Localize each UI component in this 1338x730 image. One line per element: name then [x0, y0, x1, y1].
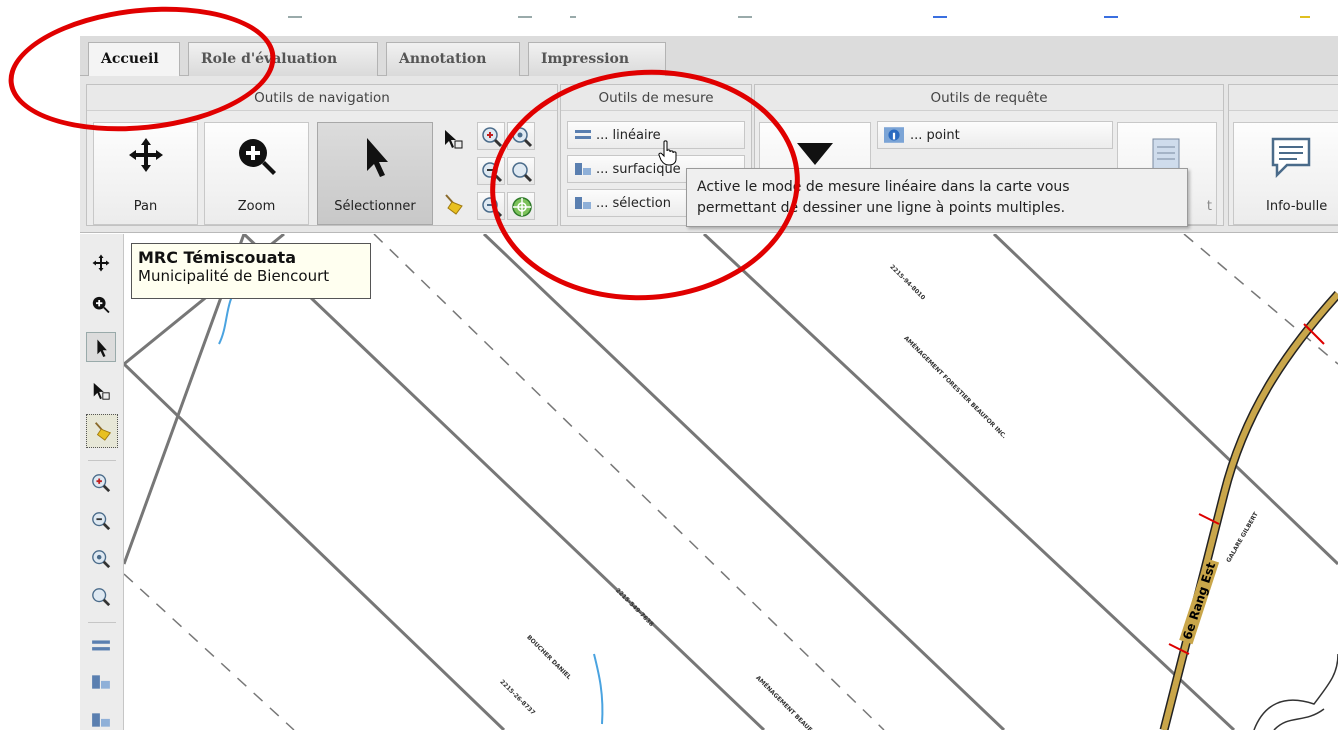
lot-lines [124, 234, 1338, 730]
selection-measure-icon [92, 713, 110, 727]
lt-clear-selection-button[interactable] [86, 414, 118, 448]
select-box-icon [445, 130, 463, 149]
select-label: Sélectionner [334, 199, 416, 214]
group-title: Outils de mesure [561, 85, 751, 111]
toolbar-separator [88, 622, 116, 623]
pan-icon [92, 254, 110, 272]
tooltip-line-2: permettant de dessiner une ligne à point… [697, 200, 1066, 216]
zoom-previous-icon [92, 588, 111, 607]
select-box-button[interactable] [439, 125, 467, 153]
toolbar-separator [88, 460, 116, 461]
municipality-name: Municipalité de Biencourt [138, 267, 330, 285]
area-icon [92, 675, 110, 689]
top-strip [0, 0, 1338, 36]
area-icon [575, 163, 591, 175]
zoom-in-icon [482, 127, 503, 148]
zoom-in-icon [92, 474, 111, 493]
query-point-button[interactable]: ... point [877, 121, 1113, 149]
lt-zoom-out-button[interactable] [86, 506, 116, 536]
zoom-out-icon [92, 512, 111, 531]
map-canvas[interactable]: AMÉNAGEMENT FORESTIER BEAUFOR INC. BOUCH… [124, 234, 1338, 730]
map-left-toolbar [80, 234, 124, 730]
measure-tooltip: Active le mode de mesure linéaire dans l… [686, 168, 1188, 227]
selection-measure-icon [575, 197, 591, 209]
hand-cursor-icon [658, 140, 677, 166]
lt-zoom-previous-button[interactable] [86, 582, 116, 612]
tab-impression[interactable]: Impression [528, 42, 666, 76]
zoom-icon [238, 139, 276, 175]
zoom-previous-icon [512, 162, 533, 183]
group-info: Info-bulle [1228, 84, 1338, 226]
group-title: Outils de requête [755, 85, 1223, 111]
measure-selection-label: ... sélection [596, 196, 671, 211]
tooltip-line-1: Active le mode de mesure linéaire dans l… [697, 179, 1070, 195]
lt-pan-button[interactable] [86, 248, 116, 278]
ruler-icon [575, 130, 591, 139]
pan-icon [128, 138, 163, 172]
zoom-extent-icon [92, 550, 111, 569]
broom-icon [445, 194, 463, 215]
ribbon-tab-bar: Accueil Role d'évaluation Annotation Imp… [80, 36, 1338, 77]
zoom-next-icon [482, 197, 503, 218]
zoom-extent-icon [512, 127, 533, 148]
road [1161, 291, 1338, 730]
info-bulle-button[interactable]: Info-bulle [1233, 122, 1338, 225]
target-icon [512, 197, 532, 217]
tab-label: Role d'évaluation [201, 51, 338, 67]
zoom-to-position-button[interactable] [507, 192, 535, 220]
speech-bubble-icon [1271, 137, 1311, 179]
tab-role-evaluation[interactable]: Role d'évaluation [188, 42, 378, 76]
stream [593, 653, 604, 725]
tab-annotation[interactable]: Annotation [386, 42, 520, 76]
zoom-button[interactable]: Zoom [204, 122, 309, 225]
group-title: Outils de navigation [87, 85, 557, 111]
info-point-icon [884, 127, 904, 143]
app-window: Accueil Role d'évaluation Annotation Imp… [0, 0, 1338, 730]
clear-selection-button[interactable] [439, 189, 467, 217]
select-box-icon [93, 382, 110, 400]
group-navigation: Outils de navigation Pan Zoom Sélectionn… [86, 84, 558, 226]
road-casing [1159, 290, 1338, 730]
pan-button[interactable]: Pan [93, 122, 198, 225]
lt-zoom-button[interactable] [86, 290, 116, 320]
measure-linear-button[interactable]: ... linéaire [567, 121, 745, 149]
ruler-icon [92, 640, 110, 651]
broom-icon [94, 422, 112, 441]
tab-label: Annotation [399, 51, 487, 67]
info-bulle-label: Info-bulle [1266, 199, 1328, 214]
lt-measure-linear-button[interactable] [86, 632, 116, 662]
zoom-out-small-button[interactable] [477, 157, 505, 185]
zoom-in-small-button[interactable] [477, 122, 505, 150]
zoom-previous-button[interactable] [507, 157, 535, 185]
map-location-info: MRC Témiscouata Municipalité de Biencour… [131, 243, 371, 299]
tab-label: Accueil [101, 51, 159, 67]
zoom-full-button[interactable] [507, 122, 535, 150]
measure-linear-label: ... linéaire [596, 128, 661, 143]
query-point-label: ... point [910, 128, 960, 143]
select-arrow-icon [367, 138, 388, 177]
lt-zoom-full-button[interactable] [86, 544, 116, 574]
select-button[interactable]: Sélectionner [317, 122, 433, 225]
zoom-label: Zoom [237, 199, 276, 214]
mrc-name: MRC Témiscouata [138, 248, 296, 267]
lt-select-box-button[interactable] [86, 376, 116, 406]
tab-accueil[interactable]: Accueil [88, 42, 180, 77]
select-arrow-icon [97, 339, 107, 357]
zoom-out-icon [482, 162, 503, 183]
pan-label: Pan [133, 199, 158, 214]
tab-label: Impression [541, 51, 630, 67]
lt-select-button[interactable] [86, 332, 116, 362]
cadastral-map-graphics [124, 234, 1338, 730]
zoom-next-button[interactable] [477, 192, 505, 220]
zoom-icon [92, 296, 110, 314]
creek-2 [1273, 708, 1325, 730]
lt-measure-selection-button[interactable] [86, 706, 116, 730]
lt-zoom-in-button[interactable] [86, 468, 116, 498]
lt-measure-area-button[interactable] [86, 668, 116, 698]
group-title [1229, 85, 1338, 111]
